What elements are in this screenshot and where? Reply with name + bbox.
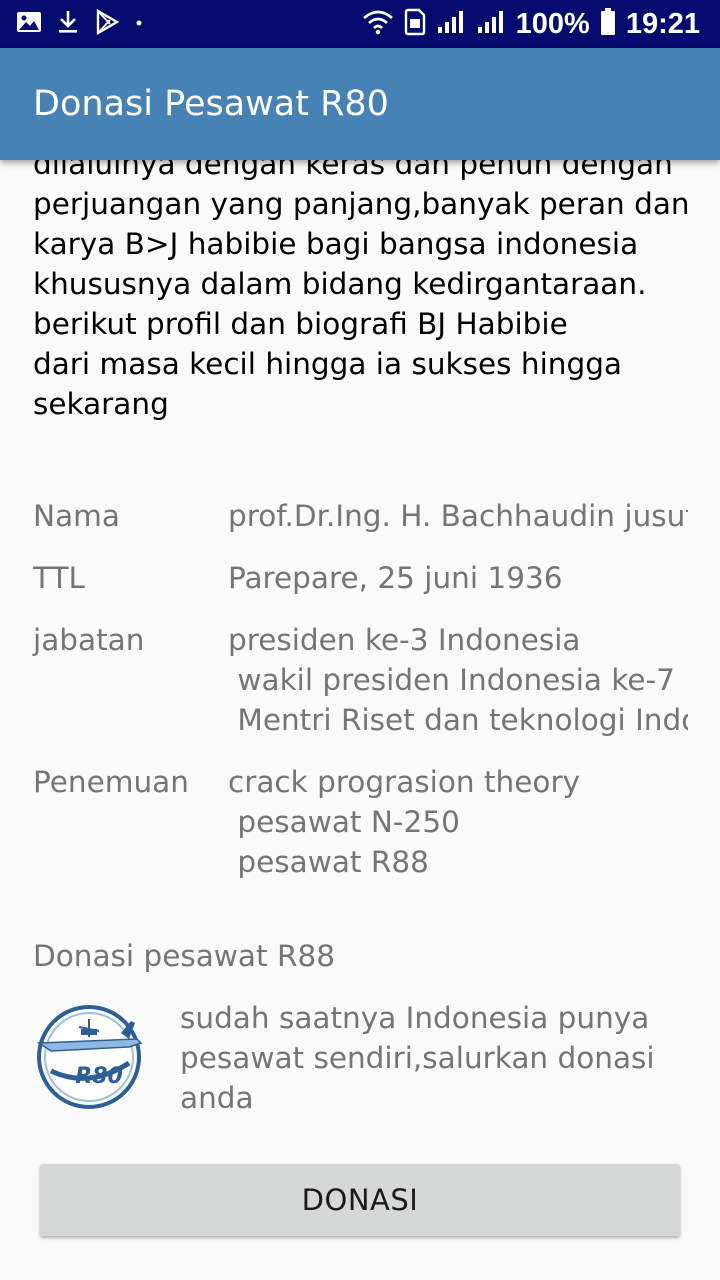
jabatan-value: presiden ke-3 Indonesia wakil presiden I… bbox=[228, 623, 688, 737]
battery-icon bbox=[600, 7, 616, 41]
wifi-icon bbox=[362, 8, 394, 41]
jabatan-label: jabatan bbox=[33, 623, 145, 657]
ttl-value: Parepare, 25 juni 1936 bbox=[228, 561, 563, 595]
status-bar-system: 100% 19:21 bbox=[362, 6, 700, 42]
svg-text:R80: R80 bbox=[75, 1064, 123, 1089]
signal-icon-2 bbox=[476, 9, 506, 40]
sim-icon bbox=[404, 8, 426, 41]
image-icon bbox=[16, 10, 42, 39]
penemuan-value: crack prograsion theory pesawat N-250 pe… bbox=[228, 765, 581, 879]
dot-icon bbox=[134, 15, 144, 33]
nama-label: Nama bbox=[33, 499, 120, 533]
r80-logo: R80 bbox=[33, 1003, 145, 1111]
download-icon bbox=[56, 9, 80, 40]
clock: 19:21 bbox=[625, 7, 700, 40]
play-store-icon bbox=[94, 8, 120, 40]
donate-button[interactable]: DONASI bbox=[40, 1164, 680, 1236]
app-title: Donasi Pesawat R80 bbox=[33, 84, 389, 124]
biography-text: dilaluinya dengan keras dan penuh dengan… bbox=[33, 160, 690, 421]
signal-icon bbox=[436, 9, 466, 40]
battery-percentage: 100% bbox=[515, 7, 590, 40]
ttl-label: TTL bbox=[33, 561, 85, 595]
status-bar: 100% 19:21 bbox=[0, 0, 720, 48]
status-bar-notifications bbox=[16, 8, 144, 40]
donation-description: sudah saatnya Indonesia punya pesawat se… bbox=[180, 1001, 655, 1115]
scroll-content[interactable]: dilaluinya dengan keras dan penuh dengan… bbox=[0, 160, 720, 1280]
penemuan-label: Penemuan bbox=[33, 765, 189, 799]
donation-title: Donasi pesawat R88 bbox=[33, 939, 335, 973]
nama-value: prof.Dr.Ing. H. Bachhaudin jusuf habibie bbox=[228, 499, 688, 533]
app-bar: Donasi Pesawat R80 bbox=[0, 48, 720, 160]
